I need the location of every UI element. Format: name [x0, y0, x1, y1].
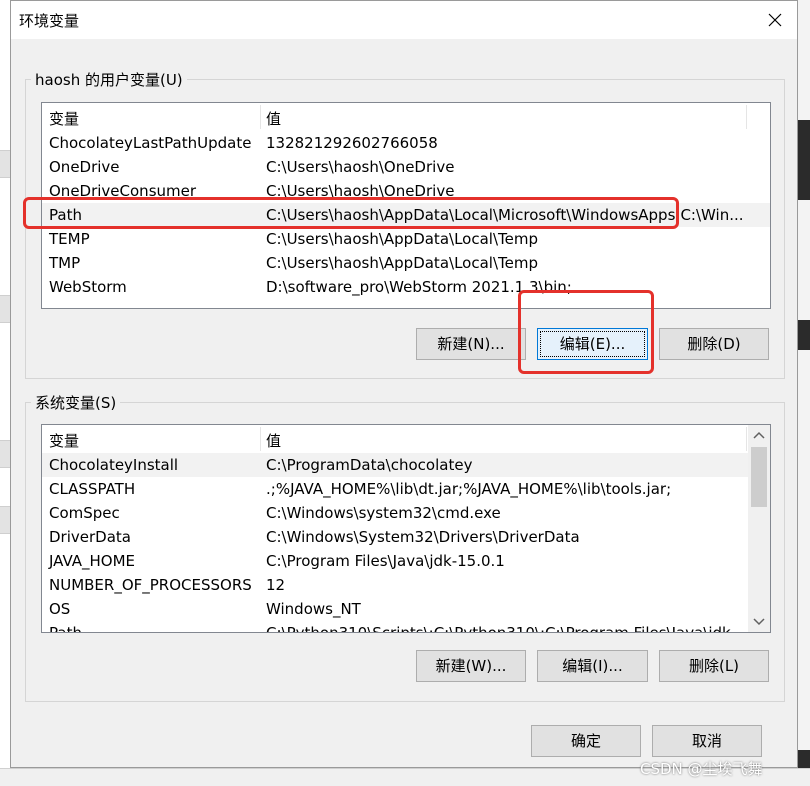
column-header-value[interactable]: 值: [266, 430, 281, 451]
column-separator[interactable]: [746, 427, 747, 451]
variable-name: ComSpec: [49, 504, 120, 522]
system-delete-button[interactable]: 删除(L): [659, 650, 769, 682]
variable-name: NUMBER_OF_PROCESSORS: [49, 576, 252, 594]
background-fragment: [798, 0, 810, 120]
variable-value: C:\Windows\system32\cmd.exe: [266, 504, 501, 522]
column-separator[interactable]: [746, 105, 747, 129]
variable-value: C:\Program Files\Java\jdk-15.0.1: [266, 552, 505, 570]
variable-value: 12: [266, 576, 286, 594]
close-icon: [768, 13, 782, 27]
column-header-variable[interactable]: 变量: [49, 430, 79, 451]
title-bar: 环境变量: [11, 1, 797, 39]
variable-name: JAVA_HOME: [49, 552, 136, 570]
csdn-watermark: CSDN @尘埃飞舞: [640, 760, 763, 778]
user-new-button[interactable]: 新建(N)...: [416, 328, 526, 360]
table-row[interactable]: ChocolateyInstall C:\ProgramData\chocolat…: [42, 453, 770, 477]
table-row[interactable]: ComSpec C:\Windows\system32\cmd.exe: [42, 501, 770, 525]
variable-value: C:\Windows\System32\Drivers\DriverData: [266, 528, 580, 546]
chevron-up-icon: [753, 431, 765, 439]
table-row[interactable]: JAVA_HOME C:\Program Files\Java\jdk-15.0.…: [42, 549, 770, 573]
variable-name: TEMP: [49, 230, 90, 248]
variable-value: C:\Users\haosh\OneDrive: [266, 158, 455, 176]
variable-name: TMP: [49, 254, 81, 272]
background-fragment: [0, 295, 10, 323]
background-fragment: [0, 150, 10, 178]
table-row[interactable]: OS Windows_NT: [42, 597, 770, 621]
background-fragment: [798, 200, 810, 320]
variable-name: ChocolateyLastPathUpdate: [49, 134, 252, 152]
column-separator[interactable]: [260, 105, 261, 129]
table-row[interactable]: TMP C:\Users\haosh\AppData\Local\Temp: [42, 251, 770, 275]
column-header-value[interactable]: 值: [266, 108, 281, 129]
variable-name: DriverData: [49, 528, 131, 546]
chevron-down-icon: [753, 618, 765, 626]
variable-name: ChocolateyInstall: [49, 456, 179, 474]
variable-value: C:\Python310\Scripts\;C:\Python310\;C:\P…: [266, 624, 746, 633]
variable-value: C:\Users\haosh\AppData\Local\Temp: [266, 230, 538, 248]
table-row[interactable]: ChocolateyLastPathUpdate 1328212926027660…: [42, 131, 770, 155]
scroll-thumb[interactable]: [751, 447, 767, 507]
table-row[interactable]: WebStorm D:\software_pro\WebStorm 2021.1.…: [42, 275, 770, 299]
background-window-right: [798, 0, 810, 785]
annotation-edit-button-highlight: [518, 290, 654, 374]
table-row[interactable]: DriverData C:\Windows\System32\Drivers\Dr…: [42, 525, 770, 549]
system-list-scrollbar[interactable]: [748, 425, 770, 632]
variable-value: C:\ProgramData\chocolatey: [266, 456, 473, 474]
column-separator[interactable]: [260, 427, 261, 451]
column-header-variable[interactable]: 变量: [49, 108, 79, 129]
table-row[interactable]: OneDrive C:\Users\haosh\OneDrive: [42, 155, 770, 179]
variable-name: Path: [49, 624, 82, 633]
table-row[interactable]: NUMBER_OF_PROCESSORS 12: [42, 573, 770, 597]
annotation-path-row-highlight: [23, 197, 679, 229]
list-header: 变量 值: [42, 103, 770, 131]
table-row[interactable]: Path C:\Python310\Scripts\;C:\Python310\;…: [42, 621, 770, 633]
user-variables-label: haosh 的用户变量(U): [31, 69, 187, 90]
ok-button[interactable]: 确定: [531, 725, 641, 757]
cancel-button[interactable]: 取消: [652, 725, 762, 757]
environment-variables-dialog: 环境变量 haosh 的用户变量(U) 变量 值 ChocolateyLastP…: [10, 0, 798, 768]
user-delete-button[interactable]: 删除(D): [659, 328, 769, 360]
dialog-title: 环境变量: [19, 12, 80, 30]
variable-value: Windows_NT: [266, 600, 361, 618]
variable-name: CLASSPATH: [49, 480, 136, 498]
scroll-up-button[interactable]: [748, 425, 770, 445]
variable-name: WebStorm: [49, 278, 127, 296]
table-row[interactable]: TEMP C:\Users\haosh\AppData\Local\Temp: [42, 227, 770, 251]
variable-value: .;%JAVA_HOME%\lib\dt.jar;%JAVA_HOME%\lib…: [266, 480, 672, 498]
table-row[interactable]: CLASSPATH .;%JAVA_HOME%\lib\dt.jar;%JAVA_…: [42, 477, 770, 501]
variable-value: 132821292602766058: [266, 134, 438, 152]
system-variables-list[interactable]: 变量 值 ChocolateyInstall C:\ProgramData\cho…: [41, 424, 771, 633]
background-fragment: [0, 506, 10, 534]
scroll-down-button[interactable]: [748, 612, 770, 632]
list-header: 变量 值: [42, 425, 770, 453]
variable-name: OneDrive: [49, 158, 120, 176]
background-window-left: [0, 0, 10, 785]
system-variables-label: 系统变量(S): [31, 392, 121, 413]
background-fragment: [0, 440, 10, 468]
variable-value: C:\Users\haosh\AppData\Local\Temp: [266, 254, 538, 272]
system-new-button[interactable]: 新建(W)...: [416, 650, 526, 682]
background-fragment: [798, 350, 810, 750]
close-button[interactable]: [753, 1, 797, 39]
system-edit-button[interactable]: 编辑(I)...: [537, 650, 648, 682]
variable-name: OS: [49, 600, 71, 618]
